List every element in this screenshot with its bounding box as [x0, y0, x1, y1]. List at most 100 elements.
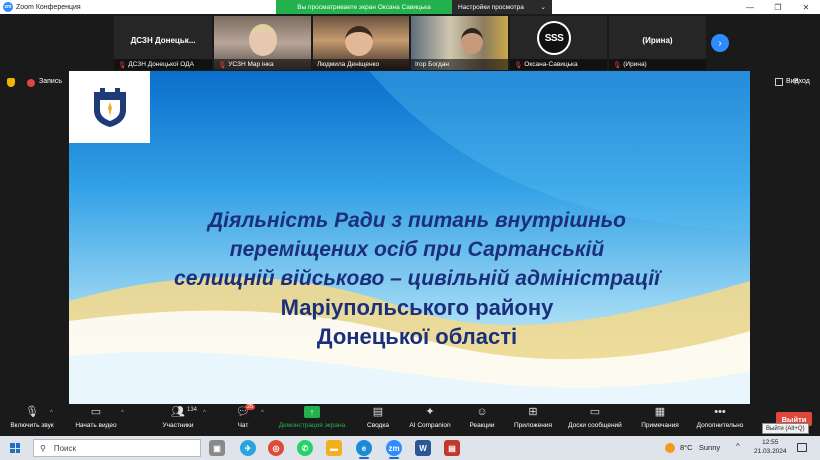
exit-fullscreen-button[interactable]: Вход: [794, 78, 810, 85]
more-dots-icon: •••: [714, 406, 726, 418]
whiteboards-button[interactable]: ▭ Доски сообщений: [563, 406, 627, 429]
search-icon: ⚲: [40, 443, 46, 453]
participant-video: [249, 24, 277, 56]
participant-label: 🎙︎ Оксана-Савицька: [510, 59, 607, 70]
participant-tile[interactable]: SSS 🎙︎ Оксана-Савицька: [510, 16, 607, 70]
summary-icon: ▤: [372, 406, 384, 418]
apps-button[interactable]: ⊞ Приложения: [509, 406, 557, 429]
clock-time: 12:55: [762, 439, 779, 446]
apps-icon: ⊞: [528, 406, 538, 418]
maximize-button[interactable]: ❐: [764, 0, 792, 14]
tray-expand-icon[interactable]: ^: [736, 442, 740, 451]
participant-video: [461, 28, 483, 54]
task-view-icon[interactable]: ▣: [209, 440, 225, 456]
telegram-icon[interactable]: ✈: [240, 440, 256, 456]
participant-tile[interactable]: ДСЗН Донецьк... 🎙︎ ДСЗН Донецької ОДА: [114, 16, 212, 70]
search-placeholder: Поиск: [53, 443, 77, 453]
chat-unread-badge: 25: [245, 404, 256, 410]
ai-companion-button[interactable]: ✦ AI Companion: [404, 406, 456, 429]
chevron-up-icon[interactable]: ^: [261, 410, 264, 416]
summary-button[interactable]: ▤ Сводка: [362, 406, 394, 429]
notes-icon: ▦: [654, 406, 666, 418]
more-button[interactable]: ••• Дополнительно: [690, 406, 750, 429]
minimize-button[interactable]: —: [736, 0, 764, 14]
participant-tile[interactable]: (Ирина) 🎙︎ (Ирина): [609, 16, 706, 70]
participant-display-name: (Ирина): [642, 36, 673, 45]
active-app-indicator: [359, 457, 369, 459]
participant-name: ДСЗН Донецької ОДА: [128, 61, 194, 68]
participant-tile[interactable]: Ігор Богдан: [411, 16, 508, 70]
word-icon[interactable]: W: [415, 440, 431, 456]
window-controls: — ❐ ✕: [736, 0, 820, 14]
whatsapp-icon[interactable]: ✆: [297, 440, 313, 456]
zoom-taskbar-icon[interactable]: zm: [386, 440, 402, 456]
chevron-up-icon[interactable]: ^: [121, 410, 124, 416]
record-icon[interactable]: [27, 79, 35, 87]
active-app-indicator: [389, 457, 399, 459]
participants-count: 134: [187, 407, 198, 413]
view-options-button[interactable]: Настройки просмотра ⌄: [452, 0, 552, 14]
shield-icon[interactable]: [7, 78, 15, 87]
participant-name: Людмила Деніщенко: [317, 61, 380, 68]
next-page-arrow-icon[interactable]: ›: [711, 34, 729, 52]
participant-video: [345, 26, 373, 56]
windows-start-icon[interactable]: [10, 443, 20, 453]
share-screen-icon: ↑: [272, 406, 352, 419]
slide-line: Донецької області: [316, 324, 518, 349]
mic-muted-icon: 🎙︎: [613, 61, 622, 69]
participant-label: 🎙︎ (Ирина): [609, 59, 706, 70]
notes-button[interactable]: ▦ Примечания: [636, 406, 684, 429]
slide-line: селищній військово – цивільній адміністр…: [174, 267, 660, 290]
weather-temp: 8°C: [680, 443, 693, 452]
mic-muted-icon: 🎙︎: [514, 61, 523, 69]
close-button[interactable]: ✕: [792, 0, 820, 14]
participant-name: УСЗН Мар інка: [228, 61, 274, 68]
mic-muted-icon: 🎙︎: [118, 61, 127, 69]
participant-name: (Ирина): [623, 61, 647, 68]
weather-desc: Sunny: [698, 443, 721, 452]
grid-view-icon[interactable]: [775, 78, 783, 86]
window-title: Zoom Конференция: [16, 3, 81, 11]
participant-name: Оксана-Савицька: [524, 61, 578, 68]
sparkle-icon: ✦: [425, 406, 435, 418]
zoom-window: zm Zoom Конференция Вы просматриваете эк…: [0, 0, 820, 460]
castle-emblem-icon: [93, 88, 126, 127]
taskbar-search[interactable]: ⚲ Поиск: [33, 439, 201, 457]
mic-muted-icon: 🎙︎: [218, 61, 227, 69]
reactions-button[interactable]: ☺ Реакции: [464, 406, 500, 429]
meeting-toolbar: 🎙︎ Включить звук ^ ▭ Начать видео ^ 👥︎ У…: [0, 404, 820, 436]
file-explorer-icon[interactable]: ▬: [326, 440, 342, 456]
participant-strip: ДСЗН Донецьк... 🎙︎ ДСЗН Донецької ОДА 🎙︎…: [0, 14, 820, 70]
participant-tile[interactable]: Людмила Деніщенко: [313, 16, 409, 70]
share-banner: Вы просматриваете экран Оксана Савицька: [276, 0, 452, 14]
chevron-down-icon: ⌄: [540, 4, 546, 11]
leave-tooltip: Выйти (Alt+Q): [762, 423, 809, 434]
participant-avatar: SSS: [537, 21, 571, 55]
zoom-app-icon: zm: [3, 2, 13, 12]
slide-logo: [69, 71, 150, 143]
chrome-icon[interactable]: ◎: [268, 440, 284, 456]
weather-widget[interactable]: 8°C Sunny: [680, 443, 720, 452]
video-off-icon: ▭: [90, 406, 102, 418]
participant-tile[interactable]: 🎙︎ УСЗН Мар інка: [214, 16, 311, 70]
slide-line: Діяльність Ради з питань внутрішньо: [208, 209, 626, 232]
pdf-app-icon[interactable]: ▤: [444, 440, 460, 456]
chevron-up-icon[interactable]: ^: [50, 410, 53, 416]
edge-icon[interactable]: e: [356, 440, 372, 456]
slide-line: переміщених осіб при Сартанській: [229, 238, 605, 261]
participant-name: Ігор Богдан: [415, 61, 450, 68]
sun-icon: [665, 443, 675, 453]
record-label[interactable]: Запись: [39, 78, 62, 85]
slide-title: Діяльність Ради з питань внутрішньо пере…: [109, 206, 725, 351]
share-screen-button[interactable]: ↑ Демонстрация экрана: [272, 406, 352, 429]
notification-icon[interactable]: [797, 443, 807, 452]
participant-label: Людмила Деніщенко: [313, 59, 409, 70]
smiley-icon: ☺: [476, 406, 488, 418]
avatar-logo-text: SSS: [539, 23, 569, 53]
whiteboard-icon: ▭: [589, 406, 601, 418]
start-video-button[interactable]: ▭ Начать видео: [70, 406, 122, 429]
slide-line: Маріупольського району: [280, 295, 554, 320]
system-clock[interactable]: 12:55 21.03.2024: [754, 438, 787, 456]
chevron-up-icon[interactable]: ^: [203, 410, 206, 416]
participant-label: 🎙︎ УСЗН Мар інка: [214, 59, 311, 70]
